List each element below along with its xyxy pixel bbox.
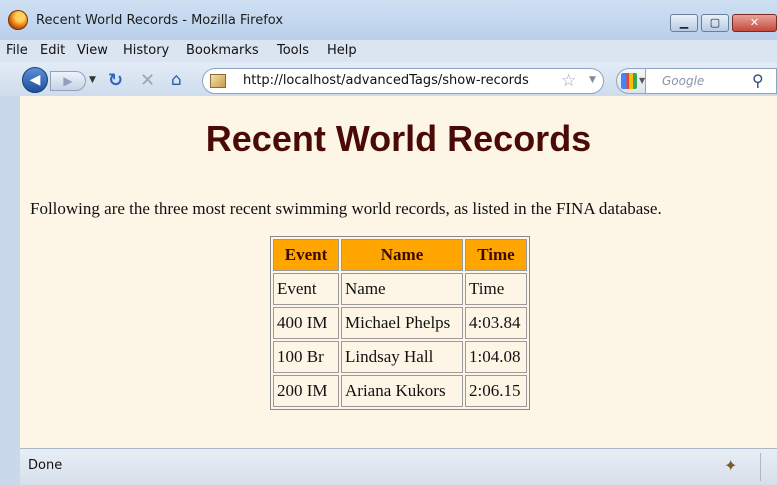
minimize-button[interactable]: ▁ <box>670 14 698 32</box>
cell-event: 100 Br <box>273 341 339 373</box>
firefox-logo-icon <box>8 10 28 30</box>
cell-event: 400 IM <box>273 307 339 339</box>
addon-icon[interactable]: ✦ <box>724 456 737 475</box>
forward-arrow-icon: ▶ <box>63 74 73 88</box>
page-content: Recent World Records Following are the t… <box>20 96 777 448</box>
url-text[interactable]: http://localhost/advancedTags/show-recor… <box>243 73 529 88</box>
menu-tools[interactable]: Tools <box>277 43 309 58</box>
maximize-button[interactable]: ▢ <box>701 14 729 32</box>
browser-window: Recent World Records - Mozilla Firefox ▁… <box>0 0 777 485</box>
status-text: Done <box>28 458 63 473</box>
header-event: Event <box>273 239 339 271</box>
cell-name: Michael Phelps <box>341 307 463 339</box>
home-icon[interactable]: ⌂ <box>171 70 182 90</box>
bookmark-star-icon[interactable]: ☆ <box>561 71 576 91</box>
stop-icon[interactable]: ✕ <box>140 70 155 91</box>
table-row: 200 IM Ariana Kukors 2:06.15 <box>273 375 527 407</box>
search-engine-selector[interactable]: ▼ <box>616 68 646 94</box>
menu-bookmarks[interactable]: Bookmarks <box>186 43 259 58</box>
header-time: Time <box>465 239 527 271</box>
page-title: Recent World Records <box>205 118 592 159</box>
forward-button[interactable]: ▶ <box>50 71 86 91</box>
cell-time: 2:06.15 <box>465 375 527 407</box>
table-row: Event Name Time <box>273 273 527 305</box>
history-dropdown-icon[interactable]: ▼ <box>89 75 99 89</box>
cell-event: Event <box>273 273 339 305</box>
menu-edit[interactable]: Edit <box>40 43 65 58</box>
menu-file[interactable]: File <box>6 43 28 58</box>
back-arrow-icon: ◀ <box>29 72 41 88</box>
cell-time: 4:03.84 <box>465 307 527 339</box>
search-icon[interactable]: ⚲ <box>752 71 764 90</box>
reload-icon[interactable]: ↻ <box>108 70 123 91</box>
window-frame-left <box>0 96 20 485</box>
cell-time: 1:04.08 <box>465 341 527 373</box>
title-bar: Recent World Records - Mozilla Firefox ▁… <box>0 0 777 40</box>
menu-view[interactable]: View <box>77 43 108 58</box>
back-button[interactable]: ◀ <box>22 67 48 93</box>
cell-name: Lindsay Hall <box>341 341 463 373</box>
header-name: Name <box>341 239 463 271</box>
window-title: Recent World Records - Mozilla Firefox <box>36 13 284 28</box>
close-button[interactable]: ✕ <box>732 14 777 32</box>
close-icon: ✕ <box>749 16 760 29</box>
search-placeholder: Google <box>662 74 705 88</box>
maximize-icon: ▢ <box>709 16 721 29</box>
table-row: 400 IM Michael Phelps 4:03.84 <box>273 307 527 339</box>
intro-text: Following are the three most recent swim… <box>30 199 662 218</box>
search-input[interactable]: Google ⚲ <box>646 68 777 94</box>
table-row: 100 Br Lindsay Hall 1:04.08 <box>273 341 527 373</box>
records-table: Event Name Time Event Name Time 400 IM M… <box>270 236 530 410</box>
google-logo-icon <box>621 73 637 89</box>
url-dropdown-icon[interactable]: ▼ <box>589 75 596 85</box>
site-icon <box>210 74 226 88</box>
cell-name: Name <box>341 273 463 305</box>
status-divider <box>760 453 761 481</box>
cell-name: Ariana Kukors <box>341 375 463 407</box>
table-header-row: Event Name Time <box>273 239 527 271</box>
cell-time: Time <box>465 273 527 305</box>
navigation-toolbar: ◀ ▶ ▼ ↻ ✕ ⌂ http://localhost/advancedTag… <box>0 62 777 96</box>
search-engine-dropdown-icon: ▼ <box>639 76 646 85</box>
menu-bar: File Edit View History Bookmarks Tools H… <box>0 40 777 62</box>
menu-history[interactable]: History <box>123 43 169 58</box>
url-bar[interactable]: http://localhost/advancedTags/show-recor… <box>202 68 604 94</box>
cell-event: 200 IM <box>273 375 339 407</box>
status-bar: Done ✦ <box>20 448 777 485</box>
minimize-icon: ▁ <box>679 16 689 29</box>
menu-help[interactable]: Help <box>327 43 357 58</box>
